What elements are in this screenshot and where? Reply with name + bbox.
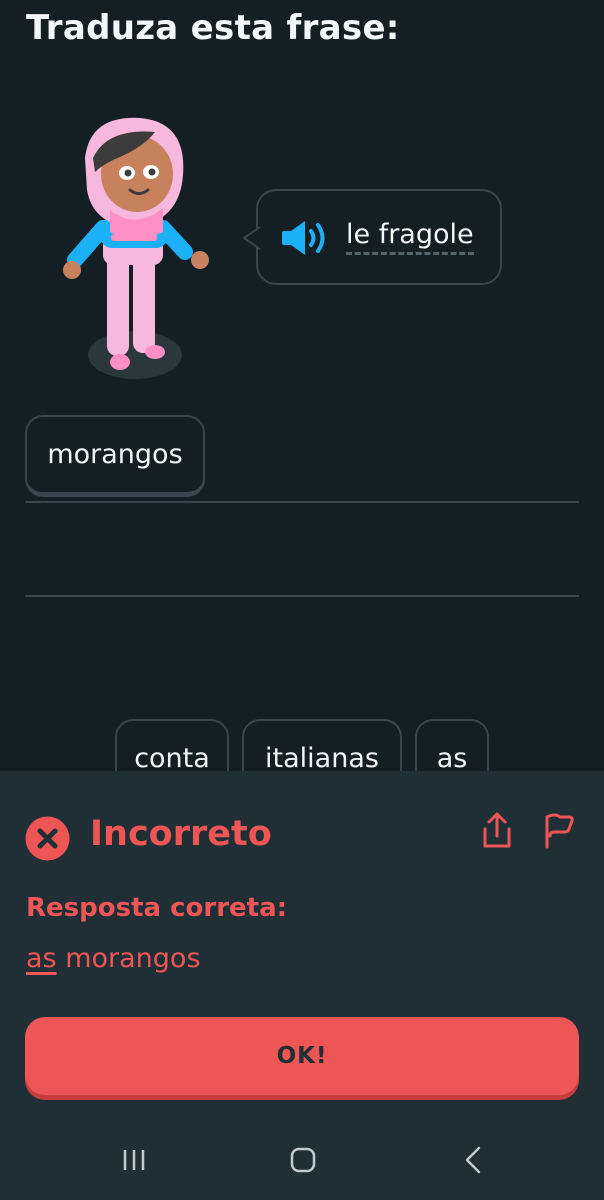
word-bank-label: as: [436, 743, 468, 774]
speaker-icon[interactable]: [280, 218, 332, 258]
back-icon[interactable]: [443, 1140, 503, 1180]
speech-bubble: le fragole: [243, 189, 502, 285]
correct-answer-rest: morangos: [56, 943, 201, 974]
recents-icon[interactable]: [104, 1140, 164, 1180]
word-bank-label: italianas: [265, 743, 379, 774]
feedback-status: Incorreto: [90, 814, 272, 854]
x-circle-icon: [25, 816, 70, 861]
answer-word-chip[interactable]: morangos: [25, 415, 205, 497]
correct-answer-label: Resposta correta:: [26, 893, 288, 923]
prompt-title: Traduza esta frase:: [26, 8, 400, 48]
source-phrase[interactable]: le fragole: [346, 219, 474, 255]
correct-answer-highlight: as: [26, 943, 57, 974]
ok-button-label: OK!: [276, 1043, 328, 1069]
character-illustration: [63, 117, 209, 379]
flag-icon[interactable]: [542, 811, 576, 851]
answer-line: [25, 501, 579, 503]
answer-line: [25, 595, 579, 597]
home-icon[interactable]: [273, 1140, 333, 1180]
system-nav-bar: [0, 1116, 604, 1200]
word-bank-label: conta: [134, 743, 210, 774]
bubble-tail: [243, 226, 269, 250]
correct-answer-text: as morangos: [26, 943, 201, 974]
answer-word-label: morangos: [47, 439, 183, 470]
feedback-panel: Incorreto Resposta correta: as morangos …: [0, 771, 604, 1116]
share-icon[interactable]: [480, 811, 514, 851]
ok-button[interactable]: OK!: [25, 1017, 579, 1095]
